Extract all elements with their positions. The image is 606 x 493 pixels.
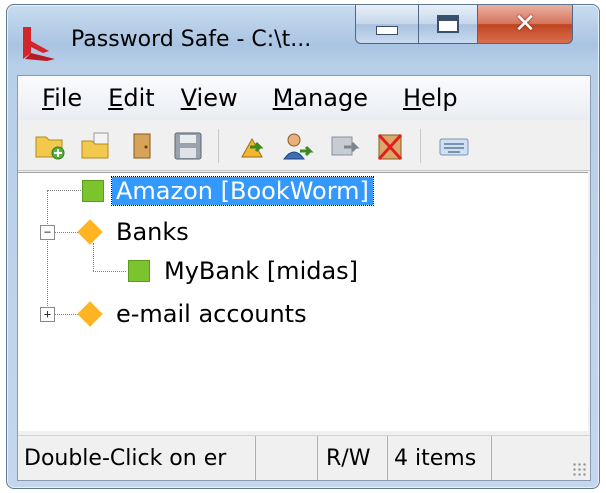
menu-manage[interactable]: Manage (251, 84, 381, 112)
window-title: Password Safe - C:\t... (71, 27, 312, 52)
status-empty (256, 436, 318, 480)
tree-connector (47, 190, 81, 191)
menu-view-label: iew (196, 84, 238, 112)
copy-entry-icon (331, 136, 360, 156)
tree-connector (54, 314, 78, 315)
status-count: 4 items (388, 436, 492, 480)
close-db-icon (133, 133, 151, 159)
add-entry-button[interactable] (234, 128, 270, 164)
tree-item-label: e-mail accounts (116, 300, 307, 328)
group-icon (77, 301, 103, 327)
client-area: File Edit View Manage Help − + Amazon [B… (17, 75, 591, 481)
tree-item-banks[interactable]: Banks (77, 214, 193, 250)
expand-email-toggle[interactable]: + (40, 307, 55, 322)
maximize-icon (437, 15, 459, 33)
collapse-banks-toggle[interactable]: − (40, 225, 55, 240)
tree-item-label: Banks (116, 218, 189, 246)
status-hint: Double-Click on er (18, 436, 256, 480)
menu-view-accel: V (180, 84, 197, 112)
maximize-button[interactable] (419, 5, 478, 44)
menu-bar: File Edit View Manage Help (18, 76, 590, 120)
tree-item-label: Amazon [BookWorm] (111, 176, 374, 206)
save-button[interactable] (170, 128, 206, 164)
tree-connector (47, 190, 48, 314)
menu-file-accel: F (42, 84, 55, 112)
edit-entry-button[interactable] (280, 128, 316, 164)
menu-edit-accel: E (108, 84, 124, 112)
menu-file[interactable]: File (18, 84, 95, 112)
toolbar-separator (420, 129, 422, 163)
status-mode: R/W (318, 436, 388, 480)
add-entry-icon (241, 137, 264, 158)
entry-icon (82, 180, 104, 202)
tree-connector (93, 271, 126, 272)
tree-item-label: MyBank [midas] (164, 257, 359, 285)
menu-help-label: elp (421, 84, 458, 112)
open-db-button[interactable] (78, 128, 114, 164)
resize-grip[interactable] (572, 462, 586, 476)
delete-entry-icon (377, 133, 403, 161)
minimize-button[interactable] (355, 5, 419, 44)
menu-manage-accel: M (272, 84, 294, 112)
toolbar (18, 122, 590, 171)
menu-edit[interactable]: Edit (95, 84, 167, 112)
app-window: Password Safe - C:\t... ✕ File Edit View… (6, 4, 600, 489)
copy-entry-button[interactable] (326, 128, 362, 164)
menu-manage-label: anage (293, 84, 368, 112)
delete-entry-button[interactable] (372, 128, 408, 164)
caption-buttons: ✕ (355, 5, 573, 45)
keyboard-button[interactable] (436, 128, 472, 164)
group-icon (77, 219, 103, 245)
new-db-icon (35, 136, 65, 160)
entry-icon (128, 260, 150, 282)
close-db-button[interactable] (124, 128, 160, 164)
toolbar-separator (218, 129, 220, 163)
keyboard-icon (439, 138, 469, 156)
menu-file-label: ile (54, 84, 83, 112)
menu-view[interactable]: View (168, 84, 251, 112)
menu-edit-label: dit (123, 84, 155, 112)
tree-connector (54, 232, 78, 233)
close-icon: ✕ (514, 9, 536, 39)
tree-item-amazon[interactable]: Amazon [BookWorm] (82, 173, 374, 209)
save-icon (174, 132, 202, 160)
menu-help-accel: H (402, 84, 421, 112)
menu-help[interactable]: Help (381, 84, 471, 112)
title-bar[interactable]: Password Safe - C:\t... ✕ (7, 5, 599, 75)
edit-entry-icon (283, 133, 314, 160)
entry-tree[interactable]: − + Amazon [BookWorm] Banks MyBank [mida… (18, 172, 588, 431)
status-bar: Double-Click on er R/W 4 items (18, 435, 590, 480)
minimize-icon (376, 25, 398, 35)
new-db-button[interactable] (32, 128, 68, 164)
close-button[interactable]: ✕ (478, 5, 573, 44)
tree-item-email-accounts[interactable]: e-mail accounts (77, 296, 311, 332)
password-safe-logo-icon (23, 27, 55, 61)
open-db-icon (81, 132, 109, 159)
tree-item-mybank[interactable]: MyBank [midas] (128, 253, 362, 289)
